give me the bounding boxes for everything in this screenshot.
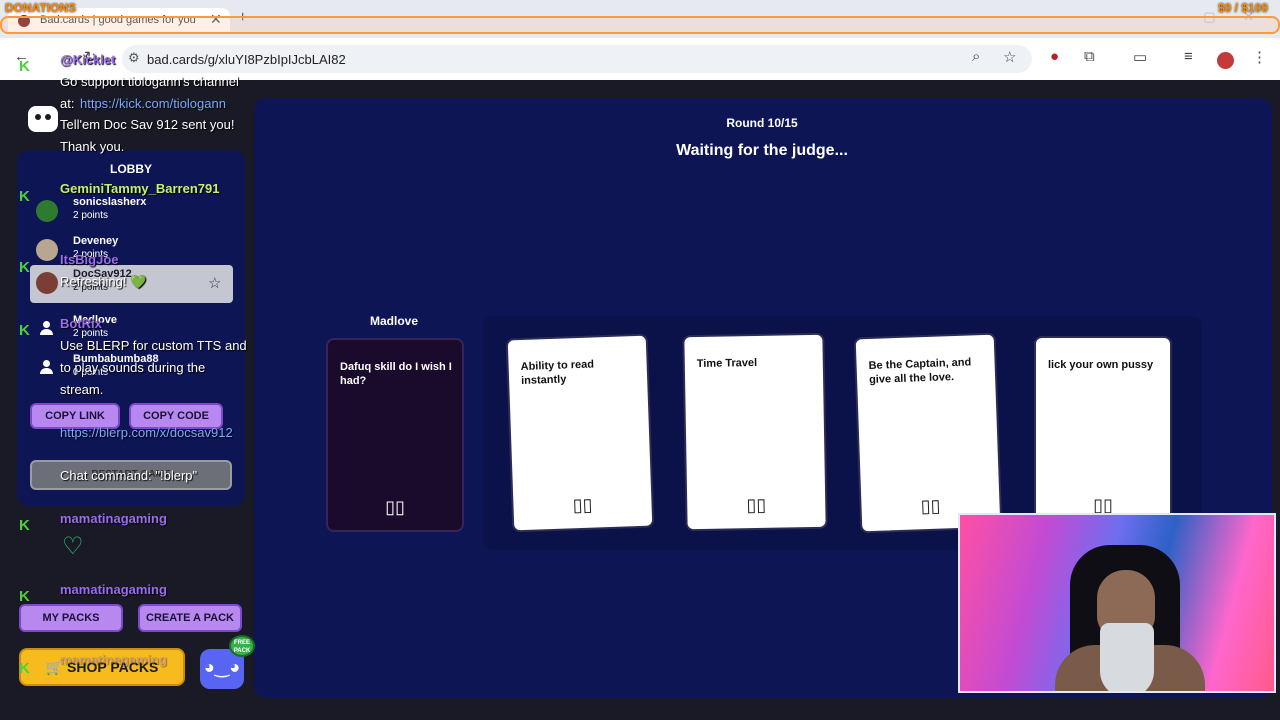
answer-card[interactable]: lick your own pussy ▯▯ <box>1034 336 1172 530</box>
lobby-title: LOBBY <box>110 162 152 176</box>
media-controls-icon[interactable]: ≡ <box>1184 48 1193 65</box>
chat-username: ItsBigJoe <box>60 252 119 267</box>
chat-message: at: <box>60 96 75 111</box>
prompt-card-text: Dafuq skill do I wish I had? <box>340 361 452 387</box>
chat-message: Go support tiologann's channel <box>60 74 239 89</box>
chat-username: @Kicklet <box>60 52 116 67</box>
zoom-icon[interactable]: ⌕ <box>972 48 980 65</box>
bookmark-star-icon[interactable]: ☆ <box>1003 48 1016 66</box>
player-name: Deveney <box>73 235 119 247</box>
chat-username: mamatinagaming <box>60 652 167 667</box>
donations-amount: $0 / $100 <box>1217 1 1268 15</box>
chat-username: mamatinagaming <box>60 582 167 597</box>
player-avatar <box>36 200 58 222</box>
chat-message: Tell'em Doc Sav 912 sent you! <box>60 117 235 132</box>
chat-message: Thank you. <box>60 139 125 154</box>
card-logo-icon: ▯▯ <box>572 494 593 516</box>
chat-username: BotRix <box>60 316 102 331</box>
answer-card[interactable]: Be the Captain, and give all the love. ▯… <box>853 332 1003 534</box>
kick-icon: K <box>19 660 30 677</box>
card-logo-icon: ▯▯ <box>746 494 767 516</box>
player-name: sonicslasherx <box>73 196 147 208</box>
webcam-overlay <box>958 513 1276 693</box>
answer-card-text: Time Travel <box>696 356 758 371</box>
answer-card[interactable]: Time Travel ▯▯ <box>682 332 828 532</box>
kick-icon: K <box>19 517 30 534</box>
chat-message: Chat command: "!blerp" <box>60 468 198 483</box>
kick-icon: K <box>19 58 30 75</box>
kick-icon: K <box>19 322 30 339</box>
answer-card-text: Be the Captain, and give all the love. <box>868 356 972 387</box>
round-counter: Round 10/15 <box>726 116 798 130</box>
user-icon <box>36 357 58 379</box>
chat-username: GeminiTammy_Barren791 <box>60 181 220 196</box>
answer-card[interactable]: Ability to read instantly ▯▯ <box>505 333 655 533</box>
star-icon[interactable]: ☆ <box>208 274 221 292</box>
kick-icon: K <box>19 588 30 605</box>
url-text: bad.cards/g/xluYI8PzbIpIJcbLAI82 <box>147 52 346 67</box>
extensions-puzzle-icon[interactable]: ⧉ <box>1084 48 1095 65</box>
lobby-player: sonicslasherx 2 points <box>30 193 233 231</box>
judge-name: Madlove <box>369 314 419 328</box>
heart-emote-icon: ♡ <box>62 533 84 560</box>
card-logo-icon: ▯▯ <box>920 495 941 517</box>
chat-message: Use BLERP for custom TTS and <box>60 338 247 353</box>
chat-link[interactable]: https://kick.com/tiologann <box>80 96 226 111</box>
kick-icon: K <box>19 259 30 276</box>
answer-card-text: lick your own pussy <box>1048 359 1154 371</box>
site-info-icon[interactable]: ⚙ <box>128 50 140 66</box>
create-pack-button[interactable]: CREATE A PACK <box>138 604 242 632</box>
profile-avatar[interactable] <box>1217 52 1234 69</box>
kick-icon: K <box>19 188 30 205</box>
chat-username: mamatinagaming <box>60 511 167 526</box>
my-packs-button[interactable]: MY PACKS <box>19 604 123 632</box>
menu-kebab-icon[interactable]: ⋮ <box>1252 48 1267 66</box>
address-bar[interactable]: ⚙ bad.cards/g/xluYI8PzbIpIJcbLAI82 <box>122 45 1032 73</box>
cast-icon[interactable]: ▭ <box>1133 48 1147 66</box>
user-icon <box>36 318 58 340</box>
free-pack-badge: FREE PACK <box>229 635 255 657</box>
chat-message: to play sounds during the <box>60 360 206 375</box>
chat-message: Refreshing! 💚 <box>60 274 147 289</box>
player-avatar <box>36 239 58 261</box>
donation-progress-bar <box>0 16 1280 34</box>
game-status: Waiting for the judge... <box>676 142 848 159</box>
card-logo-icon: ▯▯ <box>385 497 405 517</box>
discord-icon: ◕‿◕ <box>203 657 241 677</box>
donations-label: DONATIONS <box>5 1 77 15</box>
answer-card-text: Ability to read instantly <box>520 358 595 388</box>
chat-link[interactable]: https://blerp.com/x/docsav912 <box>60 425 233 440</box>
chat-message: stream. <box>60 382 104 397</box>
streamer-beard <box>1100 623 1154 691</box>
extension-icon[interactable]: ● <box>1050 48 1059 65</box>
prompt-card: Dafuq skill do I wish I had? ▯▯ <box>326 338 464 532</box>
player-points: 2 points <box>73 210 109 221</box>
bad-cards-logo[interactable] <box>28 106 58 132</box>
player-avatar <box>36 272 58 294</box>
browser-tab-bar: Bad.cards | good games for you ✕ + ─ ▢ ✕… <box>0 0 1280 38</box>
